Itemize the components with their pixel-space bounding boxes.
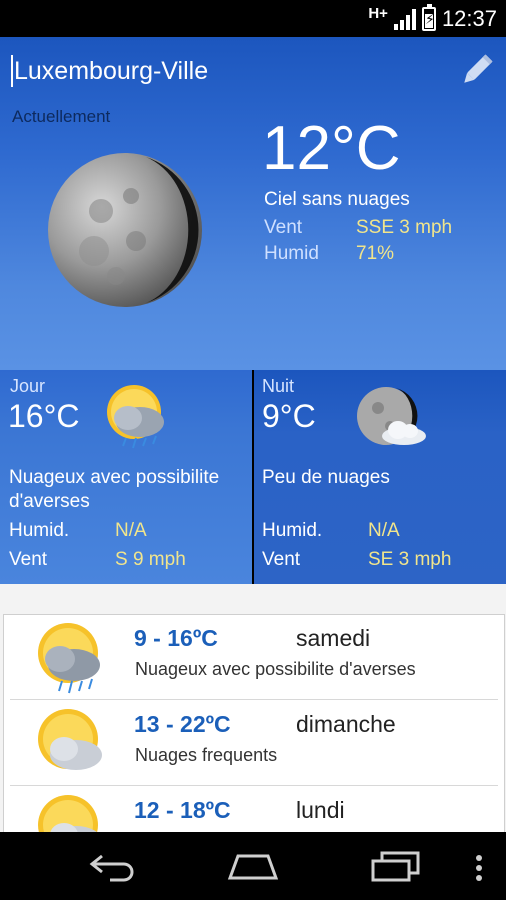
- day-wind-value: S 9 mph: [115, 549, 186, 570]
- forecast-list[interactable]: 9 - 16ºC samedi Nuageux avec possibilite…: [3, 614, 505, 832]
- forecast-temperature: 13 - 22ºC: [134, 711, 231, 737]
- forecast-description: Nuages frequents: [135, 745, 278, 765]
- humidity-label: Humid: [264, 243, 319, 264]
- sun-cloud-rain-icon: [38, 623, 100, 694]
- divider: [10, 785, 498, 786]
- night-title: Nuit: [262, 376, 295, 396]
- status-bar: H+ ⚡ 12:37: [0, 0, 506, 37]
- night-panel[interactable]: Nuit 9°C Peu de nuages Humid. N/A Vent S…: [254, 370, 506, 584]
- night-description: Peu de nuages: [262, 467, 390, 488]
- home-icon[interactable]: [226, 850, 280, 882]
- navigation-bar: [0, 832, 506, 900]
- current-temperature: 12°C: [262, 114, 401, 183]
- forecast-day: lundi: [296, 797, 345, 823]
- current-condition: Ciel sans nuages: [264, 189, 410, 210]
- pencil-icon[interactable]: [458, 51, 496, 89]
- sun-cloud-rain-icon: [107, 385, 164, 449]
- recent-apps-icon[interactable]: [370, 850, 422, 882]
- night-humidity-label: Humid.: [262, 520, 323, 541]
- day-wind-label: Vent: [9, 549, 48, 570]
- day-humidity-value: N/A: [115, 520, 147, 541]
- night-humidity-value: N/A: [368, 520, 400, 541]
- wind-value: SSE 3 mph: [356, 217, 453, 238]
- day-temperature: 16°C: [8, 398, 80, 434]
- forecast-day: dimanche: [296, 711, 396, 737]
- back-icon[interactable]: [88, 850, 138, 882]
- list-item[interactable]: 13 - 22ºC dimanche Nuages frequents: [4, 701, 504, 787]
- day-title: Jour: [10, 376, 46, 396]
- forecast-description: Nuageux avec possibilite d'averses: [135, 659, 416, 679]
- sun-cloud-icon: [38, 709, 102, 770]
- humidity-value: 71%: [356, 243, 395, 264]
- list-item[interactable]: 12 - 18ºC lundi: [4, 787, 504, 832]
- forecast-temperature: 12 - 18ºC: [134, 797, 231, 823]
- signal-icon: [393, 8, 416, 30]
- night-wind-value: SE 3 mph: [368, 549, 452, 570]
- status-icons: H+ ⚡ 12:37: [368, 0, 497, 37]
- day-description: Nuageux avec possibilite d'averses: [9, 467, 220, 512]
- sun-cloud-icon: [38, 795, 98, 832]
- clock: 12:37: [441, 5, 497, 31]
- city-input[interactable]: Luxembourg-Ville: [14, 57, 208, 86]
- moon-icon: [48, 153, 202, 307]
- forecast-day: samedi: [296, 625, 371, 651]
- divider: [10, 699, 498, 700]
- battery-icon: ⚡: [421, 3, 436, 31]
- text-cursor: [11, 55, 13, 87]
- forecast-temperature: 9 - 16ºC: [134, 625, 218, 651]
- day-humidity-label: Humid.: [9, 520, 70, 541]
- day-panel[interactable]: Jour 16°C Nuageux avec possibilite d'ave…: [0, 370, 252, 584]
- network-type: H+: [368, 5, 388, 22]
- list-item[interactable]: 9 - 16ºC samedi Nuageux avec possibilite…: [4, 615, 504, 701]
- current-weather-section: Luxembourg-Ville Actuellement 12°C Ciel …: [0, 37, 506, 370]
- night-wind-label: Vent: [262, 549, 301, 570]
- night-temperature: 9°C: [262, 398, 316, 434]
- more-options-icon[interactable]: [474, 854, 484, 882]
- wind-label: Vent: [264, 217, 303, 238]
- current-label: Actuellement: [12, 107, 111, 126]
- moon-cloud-icon: [357, 387, 426, 445]
- forecast-section[interactable]: 9 - 16ºC samedi Nuageux avec possibilite…: [0, 584, 506, 832]
